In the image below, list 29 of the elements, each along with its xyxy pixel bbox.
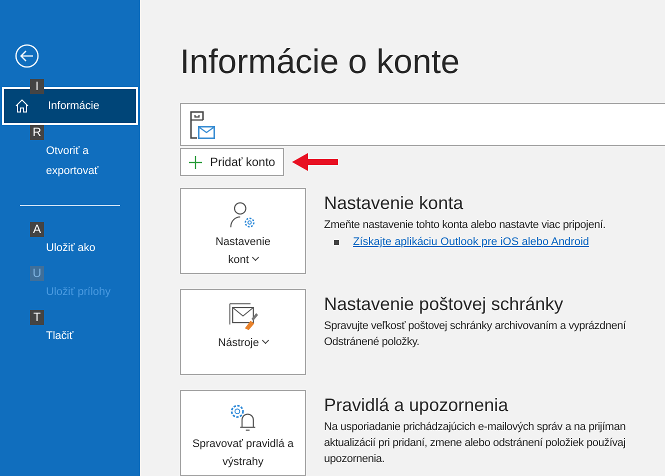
arrow-icon bbox=[292, 153, 338, 171]
back-icon[interactable] bbox=[15, 44, 39, 68]
bullet-icon bbox=[334, 240, 339, 244]
app-link[interactable]: Získajte aplikáciu Outlook pre iOS alebo Android bbox=[353, 234, 590, 250]
item-label: Otvoriť a exportovať bbox=[46, 144, 100, 179]
keytip-badge: U bbox=[30, 266, 44, 281]
plus-icon bbox=[189, 156, 202, 168]
item-label: Uložiť prílohy bbox=[46, 285, 112, 300]
section-description: Zmeňte nastavenie tohto konta alebo nastavte viac pripojení. bbox=[324, 218, 606, 233]
item-label: Tlačiť bbox=[46, 329, 74, 344]
item-label: Uložiť ako bbox=[46, 241, 96, 256]
keytip-badge: T bbox=[30, 310, 44, 325]
section-title: Nastavenie konta bbox=[324, 192, 464, 215]
section-button[interactable]: Nastavenie kont bbox=[180, 188, 306, 274]
home-icon bbox=[14, 98, 30, 114]
keytip-badge: R bbox=[30, 125, 44, 140]
sidebar-item[interactable]: Informácie bbox=[2, 87, 138, 125]
item-label: Informácie bbox=[48, 99, 100, 114]
add-account-button[interactable]: Pridať konto bbox=[180, 148, 284, 176]
keytip-badge: I bbox=[30, 79, 44, 94]
section-description: Spravujte veľkosť poštovej schránky archivovaním a vyprázdnení Odstránené položky. bbox=[324, 319, 626, 350]
section-button[interactable]: Nástroje bbox=[180, 289, 306, 375]
section-title: Nastavenie poštovej schránky bbox=[324, 293, 564, 316]
page-title: Informácie o konte bbox=[180, 42, 461, 83]
section-description: Na usporiadanie prichádzajúcich e-mailových správ a na prijíman aktualizácií pri pridaní, zmene alebo odstránení položiek používaj upozornenia. bbox=[324, 420, 626, 467]
keytip-badge: A bbox=[30, 222, 44, 237]
section-title: Pravidlá a upozornenia bbox=[324, 394, 510, 417]
mailbox-icon bbox=[189, 110, 217, 140]
section-button[interactable]: Spravovať pravidlá a výstrahy bbox=[180, 390, 306, 476]
